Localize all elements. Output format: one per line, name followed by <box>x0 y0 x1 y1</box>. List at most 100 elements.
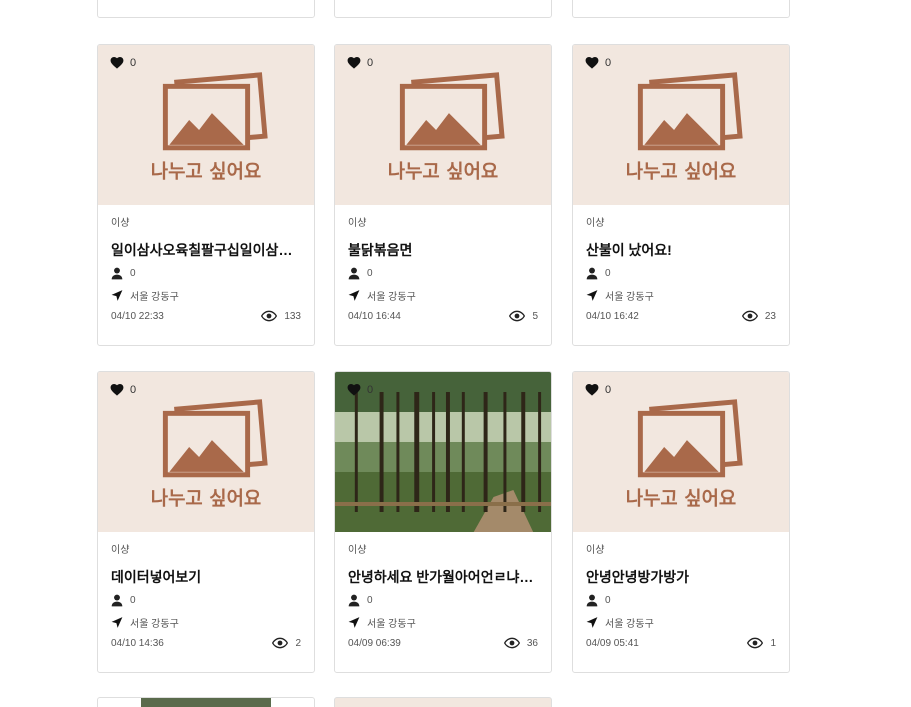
like-button[interactable]: 0 <box>110 56 136 69</box>
location-text: 서울 강동구 <box>367 291 416 303</box>
view-count-value: 5 <box>532 310 538 322</box>
image-gallery-icon: 나누고 싶어요 <box>626 399 743 510</box>
like-count: 0 <box>605 383 612 396</box>
view-count: 5 <box>509 310 538 322</box>
post-card[interactable]: 나누고 싶어요 0 이샹데이터넣어보기 0 서울 강동구 04/10 14:36 2 <box>97 371 315 673</box>
like-button[interactable]: 0 <box>585 56 611 69</box>
post-title[interactable]: 불닭볶음면 <box>348 241 538 259</box>
view-count: 1 <box>747 637 776 649</box>
placeholder-label: 나누고 싶어요 <box>151 488 261 510</box>
post-title[interactable]: 일이삼사오육칠팔구십일이삼사오육칠팔구십 <box>111 241 301 259</box>
person-icon <box>348 594 360 606</box>
post-category: 이샹 <box>111 545 130 556</box>
author-row: 0 <box>348 265 538 281</box>
card-stub-top-1[interactable] <box>97 0 315 18</box>
post-meta: 04/09 05:41 1 <box>586 637 776 649</box>
post-thumbnail[interactable]: 나누고 싶어요 0 <box>98 372 314 532</box>
post-date: 04/10 14:36 <box>111 637 164 649</box>
location-text: 서울 강동구 <box>130 618 179 630</box>
author-row: 0 <box>586 592 776 608</box>
post-thumbnail[interactable]: 나누고 싶어요 0 <box>335 45 551 205</box>
eye-icon <box>747 637 764 649</box>
post-meta: 04/09 06:39 36 <box>348 637 538 649</box>
author-count: 0 <box>130 594 136 606</box>
post-title[interactable]: 안녕하세요 반가월아어언ㄹ냐어ㅏ <box>348 568 538 586</box>
view-count-value: 23 <box>764 310 776 322</box>
image-gallery-icon: 나누고 싶어요 <box>151 399 268 510</box>
location-text: 서울 강동구 <box>130 291 179 303</box>
post-thumbnail[interactable]: 나누고 싶어요 0 <box>98 45 314 205</box>
heart-icon <box>347 56 361 69</box>
location-row: 서울 강동구 <box>111 614 301 630</box>
card-stub-photo <box>141 698 271 707</box>
location-arrow-icon <box>586 616 598 628</box>
like-button[interactable]: 0 <box>347 56 373 69</box>
post-meta: 04/10 14:36 2 <box>111 637 301 649</box>
location-text: 서울 강동구 <box>367 618 416 630</box>
author-row: 0 <box>586 265 776 281</box>
view-count: 36 <box>503 637 538 649</box>
like-button[interactable]: 0 <box>110 383 136 396</box>
post-title[interactable]: 산불이 났어요! <box>586 241 776 259</box>
post-category: 이샹 <box>111 218 130 229</box>
placeholder-label: 나누고 싶어요 <box>626 161 736 183</box>
placeholder-label: 나누고 싶어요 <box>626 488 736 510</box>
post-title[interactable]: 안녕안녕방가방가 <box>586 568 776 586</box>
eye-icon <box>503 637 520 649</box>
post-date: 04/10 16:44 <box>348 310 401 322</box>
post-card[interactable]: 나누고 싶어요 0 이샹산불이 났어요! 0 서울 강동구 04/10 16:42 23 <box>572 44 790 346</box>
view-count-value: 133 <box>284 310 301 322</box>
location-text: 서울 강동구 <box>605 618 654 630</box>
post-date: 04/10 16:42 <box>586 310 639 322</box>
placeholder-label: 나누고 싶어요 <box>151 161 261 183</box>
heart-icon <box>585 383 599 396</box>
heart-icon <box>585 56 599 69</box>
location-row: 서울 강동구 <box>348 287 538 303</box>
card-stub-bottom-2[interactable] <box>334 697 552 707</box>
post-date: 04/09 05:41 <box>586 637 639 649</box>
post-category: 이샹 <box>348 218 367 229</box>
view-count: 2 <box>272 637 301 649</box>
card-stub-top-2[interactable] <box>334 0 552 18</box>
card-stub-bottom-1[interactable] <box>97 697 315 707</box>
post-card[interactable]: 0 이샹 안녕하세요 반가월아어언ㄹ냐어ㅏ 0 서울 강동구 04/09 06:39 36 <box>334 371 552 673</box>
location-arrow-icon <box>111 616 123 628</box>
post-card[interactable]: 나누고 싶어요 0 이샹일이삼사오육칠팔구십일이삼사오육칠팔구십 0 서울 강동구 04/… <box>97 44 315 346</box>
location-row: 서울 강동구 <box>348 614 538 630</box>
heart-icon <box>110 383 124 396</box>
view-count-value: 2 <box>295 637 301 649</box>
author-row: 0 <box>111 265 301 281</box>
view-count: 133 <box>261 310 301 322</box>
post-thumbnail[interactable]: 나누고 싶어요 0 <box>573 372 789 532</box>
image-gallery-icon: 나누고 싶어요 <box>626 72 743 183</box>
person-icon <box>111 267 123 279</box>
card-stub-top-3[interactable] <box>572 0 790 18</box>
post-thumbnail[interactable]: 나누고 싶어요 0 <box>573 45 789 205</box>
location-row: 서울 강동구 <box>586 614 776 630</box>
eye-icon <box>741 310 758 322</box>
like-button[interactable]: 0 <box>347 383 373 396</box>
post-category: 이샹 <box>348 545 367 556</box>
author-count: 0 <box>367 267 373 279</box>
view-count-value: 1 <box>770 637 776 649</box>
post-card[interactable]: 나누고 싶어요 0 이샹 안녕안녕방가방가 0 서울 강동구 04/09 05:41 1 <box>572 371 790 673</box>
post-card[interactable]: 나누고 싶어요 0 이샹불닭볶음면 0 서울 강동구 04/10 16:44 5 <box>334 44 552 346</box>
post-category: 이샹 <box>586 218 605 229</box>
heart-icon <box>110 56 124 69</box>
eye-icon <box>509 310 526 322</box>
like-count: 0 <box>130 56 137 69</box>
eye-icon <box>261 310 278 322</box>
like-count: 0 <box>605 56 612 69</box>
post-date: 04/10 22:33 <box>111 310 164 322</box>
location-text: 서울 강동구 <box>605 291 654 303</box>
heart-icon <box>347 383 361 396</box>
location-arrow-icon <box>111 289 123 301</box>
person-icon <box>586 267 598 279</box>
post-meta: 04/10 16:44 5 <box>348 310 538 322</box>
post-thumbnail[interactable]: 0 <box>335 372 551 532</box>
person-icon <box>586 594 598 606</box>
post-meta: 04/10 22:33 133 <box>111 310 301 322</box>
location-row: 서울 강동구 <box>586 287 776 303</box>
like-button[interactable]: 0 <box>585 383 611 396</box>
post-title[interactable]: 데이터넣어보기 <box>111 568 301 586</box>
